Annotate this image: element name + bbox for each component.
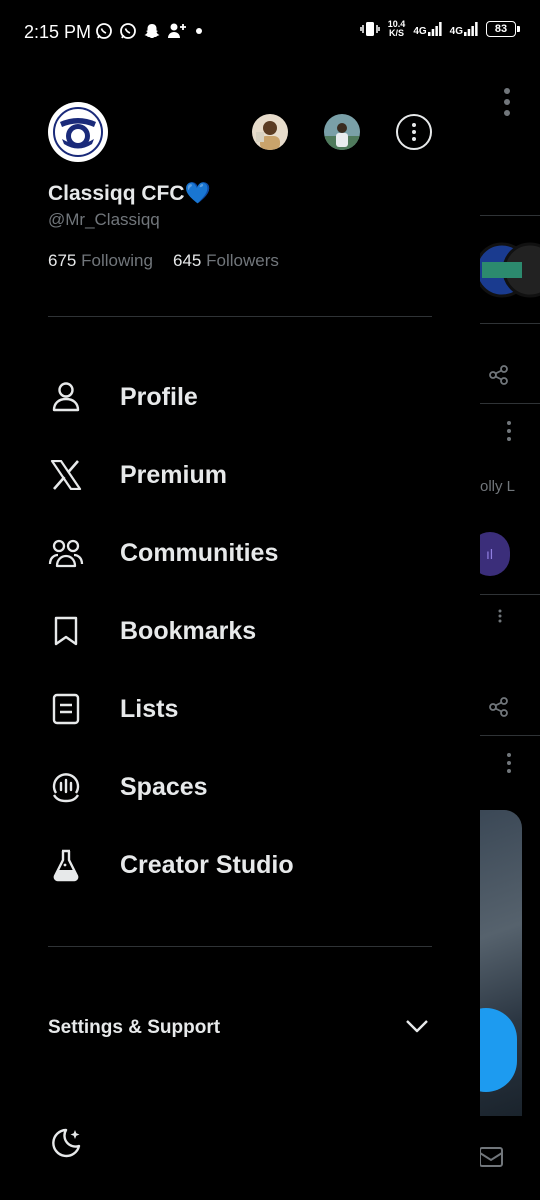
menu-item-creator-studio[interactable]: Creator Studio (0, 826, 480, 904)
followers-link[interactable]: 645 Followers (173, 251, 279, 271)
following-count: 675 (48, 251, 77, 270)
audio-bars-icon: ıl (486, 546, 493, 562)
person-icon (48, 379, 84, 415)
bookmark-icon (48, 613, 84, 649)
chevron-down-icon (406, 1020, 428, 1033)
navigation-drawer: Classiqq CFC💙 @Mr_Classiqq 675 Following… (0, 66, 480, 1200)
dot-icon (196, 28, 202, 34)
share-icon (489, 697, 508, 717)
profile-avatar[interactable] (48, 102, 108, 162)
timeline-divider (480, 215, 540, 216)
status-time: 2:15 PM (24, 22, 92, 42)
menu-item-label: Bookmarks (120, 616, 257, 645)
list-icon (48, 691, 84, 727)
status-right: 10.4 K/S 4G 4G 83 (360, 20, 520, 38)
switch-account-avatar-1[interactable] (252, 114, 288, 150)
post-image-thumbnail (480, 242, 540, 298)
display-theme-button[interactable] (48, 1126, 84, 1162)
moon-sparkle-icon (52, 1128, 81, 1158)
switch-account-avatar-2[interactable] (324, 114, 360, 150)
spaces-icon (48, 769, 84, 805)
status-bar: 2:15 PM 10.4 K/S 4G 4G 83 (0, 0, 540, 66)
menu-item-label: Lists (120, 694, 179, 723)
add-user-icon (168, 23, 186, 38)
profile-handle: @Mr_Classiqq (48, 210, 160, 229)
more-vertical-icon (504, 88, 510, 116)
notification-icons (95, 22, 205, 40)
flask-icon (48, 847, 84, 883)
more-vertical-icon (507, 753, 511, 773)
menu-item-premium[interactable]: Premium (0, 436, 480, 514)
settings-support-label: Settings & Support (48, 1017, 221, 1038)
network-type-1: 4G (413, 26, 427, 37)
followers-count: 645 (173, 251, 202, 270)
more-vertical-icon (498, 609, 502, 623)
signal-bars-icon (464, 22, 478, 36)
more-vertical-icon (412, 123, 416, 141)
divider (48, 316, 432, 317)
network-speed-unit: K/S (389, 28, 405, 38)
timeline-divider (480, 323, 540, 324)
club-crest-logo (53, 107, 103, 157)
drawer-menu: Profile Premium Communities Bookmarks Li… (0, 358, 480, 904)
signal-2: 4G (449, 22, 478, 37)
menu-item-label: Premium (120, 460, 227, 489)
menu-item-label: Communities (120, 538, 279, 567)
menu-item-label: Spaces (120, 772, 208, 801)
account-avatar-image (324, 114, 360, 150)
signal-1: 4G (413, 22, 442, 37)
menu-item-spaces[interactable]: Spaces (0, 748, 480, 826)
snapchat-icon (144, 24, 160, 38)
timeline-divider (480, 403, 540, 404)
communities-icon (48, 535, 84, 571)
menu-item-bookmarks[interactable]: Bookmarks (0, 592, 480, 670)
battery-icon: 83 (486, 21, 520, 37)
timeline-text-peek: olly L (480, 478, 516, 495)
menu-item-profile[interactable]: Profile (0, 358, 480, 436)
share-icon (489, 365, 508, 385)
following-label: Following (81, 251, 153, 270)
whatsapp-icon (96, 23, 112, 39)
menu-item-communities[interactable]: Communities (0, 514, 480, 592)
network-type-2: 4G (449, 26, 463, 37)
menu-item-label: Profile (120, 382, 198, 411)
messages-icon (479, 1147, 503, 1167)
profile-name[interactable]: Classiqq CFC💙 (48, 182, 211, 206)
more-accounts-button[interactable] (396, 114, 432, 150)
timeline-divider (480, 735, 540, 736)
following-link[interactable]: 675 Following (48, 251, 153, 271)
x-logo-icon (48, 457, 84, 493)
menu-item-label: Creator Studio (120, 850, 294, 879)
signal-bars-icon (427, 22, 442, 36)
network-speed: 10.4 K/S (388, 20, 406, 38)
whatsapp-icon (120, 23, 136, 39)
vibrate-icon (360, 22, 380, 36)
settings-support-toggle[interactable]: Settings & Support (0, 1001, 480, 1053)
timeline-divider (480, 594, 540, 595)
more-vertical-icon (507, 421, 511, 441)
followers-label: Followers (206, 251, 279, 270)
account-avatar-image (252, 114, 288, 150)
menu-item-lists[interactable]: Lists (0, 670, 480, 748)
battery-level: 83 (494, 23, 508, 35)
divider (48, 946, 432, 947)
